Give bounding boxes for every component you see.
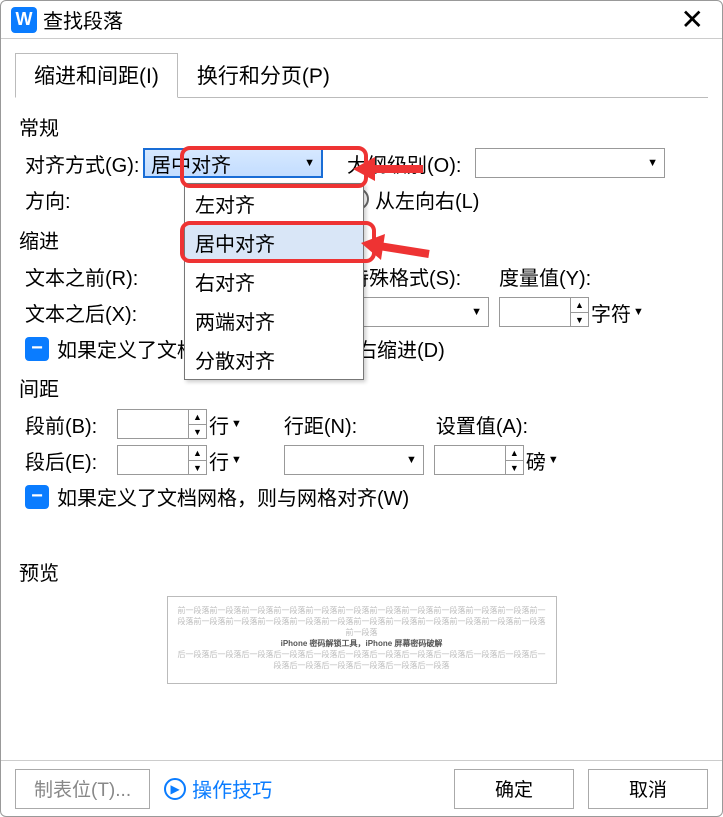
cancel-button[interactable]: 取消 <box>588 769 708 809</box>
align-option-justify[interactable]: 两端对齐 <box>185 301 363 340</box>
space-before-label: 段前(B): <box>25 410 117 439</box>
spin-up-icon[interactable]: ▲ <box>189 410 206 425</box>
measure-label: 度量值(Y): <box>499 262 591 291</box>
spin-down-icon[interactable]: ▼ <box>571 313 588 327</box>
dialog-footer: 制表位(T)... ▶ 操作技巧 确定 取消 <box>1 760 722 816</box>
measure-unit-combo[interactable]: 字符 ▼ <box>591 298 644 327</box>
measure-unit-label: 字符 <box>591 298 631 327</box>
chevron-down-icon: ▼ <box>231 454 242 466</box>
setvalue-unit[interactable]: 磅 ▼ <box>526 446 559 475</box>
preview-dark: iPhone 密码解锁工具，iPhone 屏幕密码破解 <box>281 639 443 648</box>
preview-light-after: 后一段落后一段落后一段落后一段落后一段落后一段落后一段落后一段落后一段落后一段落… <box>178 650 546 670</box>
space-after-label: 段后(E): <box>25 446 117 475</box>
tab-bar: 缩进和间距(I) 换行和分页(P) <box>15 53 708 98</box>
setvalue-label: 设置值(A): <box>436 410 528 439</box>
spin-down-icon[interactable]: ▼ <box>189 425 206 439</box>
align-option-center[interactable]: 居中对齐 <box>185 223 363 262</box>
outline-combo[interactable]: ▼ <box>475 148 665 178</box>
preview-box: 前一段落前一段落前一段落前一段落前一段落前一段落前一段落前一段落前一段落前一段落… <box>167 596 557 684</box>
align-label: 对齐方式(G): <box>25 149 143 178</box>
indent-grid-checkbox[interactable]: − <box>25 337 49 361</box>
space-after-unit[interactable]: 行 ▼ <box>209 446 242 475</box>
align-dropdown-list: 左对齐 居中对齐 右对齐 两端对齐 分散对齐 <box>184 183 364 380</box>
tips-link[interactable]: ▶ 操作技巧 <box>164 774 272 803</box>
chevron-down-icon: ▼ <box>231 418 242 430</box>
spacing-grid-label: 如果定义了文档网格，则与网格对齐(W) <box>57 482 409 511</box>
indent-after-label: 文本之后(X): <box>25 298 165 327</box>
tab-line-page-break[interactable]: 换行和分页(P) <box>178 53 349 97</box>
titlebar: W 查找段落 ✕ <box>1 1 722 39</box>
unit-label: 磅 <box>526 446 546 475</box>
space-before-unit[interactable]: 行 ▼ <box>209 410 242 439</box>
linespace-combo[interactable]: ▼ <box>284 445 424 475</box>
spin-down-icon[interactable]: ▼ <box>506 461 523 475</box>
unit-label: 行 <box>209 446 229 475</box>
tips-label: 操作技巧 <box>192 774 272 803</box>
setvalue-spinner[interactable]: ▲▼ <box>434 445 524 475</box>
align-option-left[interactable]: 左对齐 <box>185 184 363 223</box>
tab-indent-spacing[interactable]: 缩进和间距(I) <box>15 53 178 98</box>
align-combo[interactable]: 居中对齐 ▼ <box>143 148 323 178</box>
spin-up-icon[interactable]: ▲ <box>571 298 588 313</box>
section-general: 常规 <box>19 112 704 141</box>
chevron-down-icon: ▼ <box>548 454 559 466</box>
space-after-spinner[interactable]: ▲▼ <box>117 445 207 475</box>
section-preview: 预览 <box>19 557 704 586</box>
chevron-down-icon: ▼ <box>471 306 482 318</box>
close-button[interactable]: ✕ <box>673 3 712 36</box>
chevron-down-icon: ▼ <box>304 157 315 169</box>
special-format-combo[interactable]: ▼ <box>349 297 489 327</box>
ok-button[interactable]: 确定 <box>454 769 574 809</box>
chevron-down-icon: ▼ <box>633 306 644 318</box>
window-title: 查找段落 <box>43 5 673 34</box>
tabstops-button[interactable]: 制表位(T)... <box>15 769 150 809</box>
chevron-down-icon: ▼ <box>647 157 658 169</box>
app-icon: W <box>11 7 37 33</box>
play-icon: ▶ <box>164 778 186 800</box>
align-option-distribute[interactable]: 分散对齐 <box>185 340 363 379</box>
direction-label: 方向: <box>25 185 143 214</box>
spin-up-icon[interactable]: ▲ <box>506 446 523 461</box>
align-combo-value: 居中对齐 <box>151 149 231 178</box>
indent-before-label: 文本之前(R): <box>25 262 165 291</box>
measure-spinner[interactable]: ▲▼ <box>499 297 589 327</box>
preview-light-before: 前一段落前一段落前一段落前一段落前一段落前一段落前一段落前一段落前一段落前一段落… <box>178 606 546 637</box>
spin-up-icon[interactable]: ▲ <box>189 446 206 461</box>
annotation-arrow-1 <box>353 149 433 189</box>
chevron-down-icon: ▼ <box>406 454 417 466</box>
align-option-right[interactable]: 右对齐 <box>185 262 363 301</box>
spin-down-icon[interactable]: ▼ <box>189 461 206 475</box>
space-before-spinner[interactable]: ▲▼ <box>117 409 207 439</box>
spacing-grid-checkbox[interactable]: − <box>25 485 49 509</box>
linespace-label: 行距(N): <box>284 410 402 439</box>
unit-label: 行 <box>209 410 229 439</box>
annotation-arrow-2 <box>359 226 439 266</box>
